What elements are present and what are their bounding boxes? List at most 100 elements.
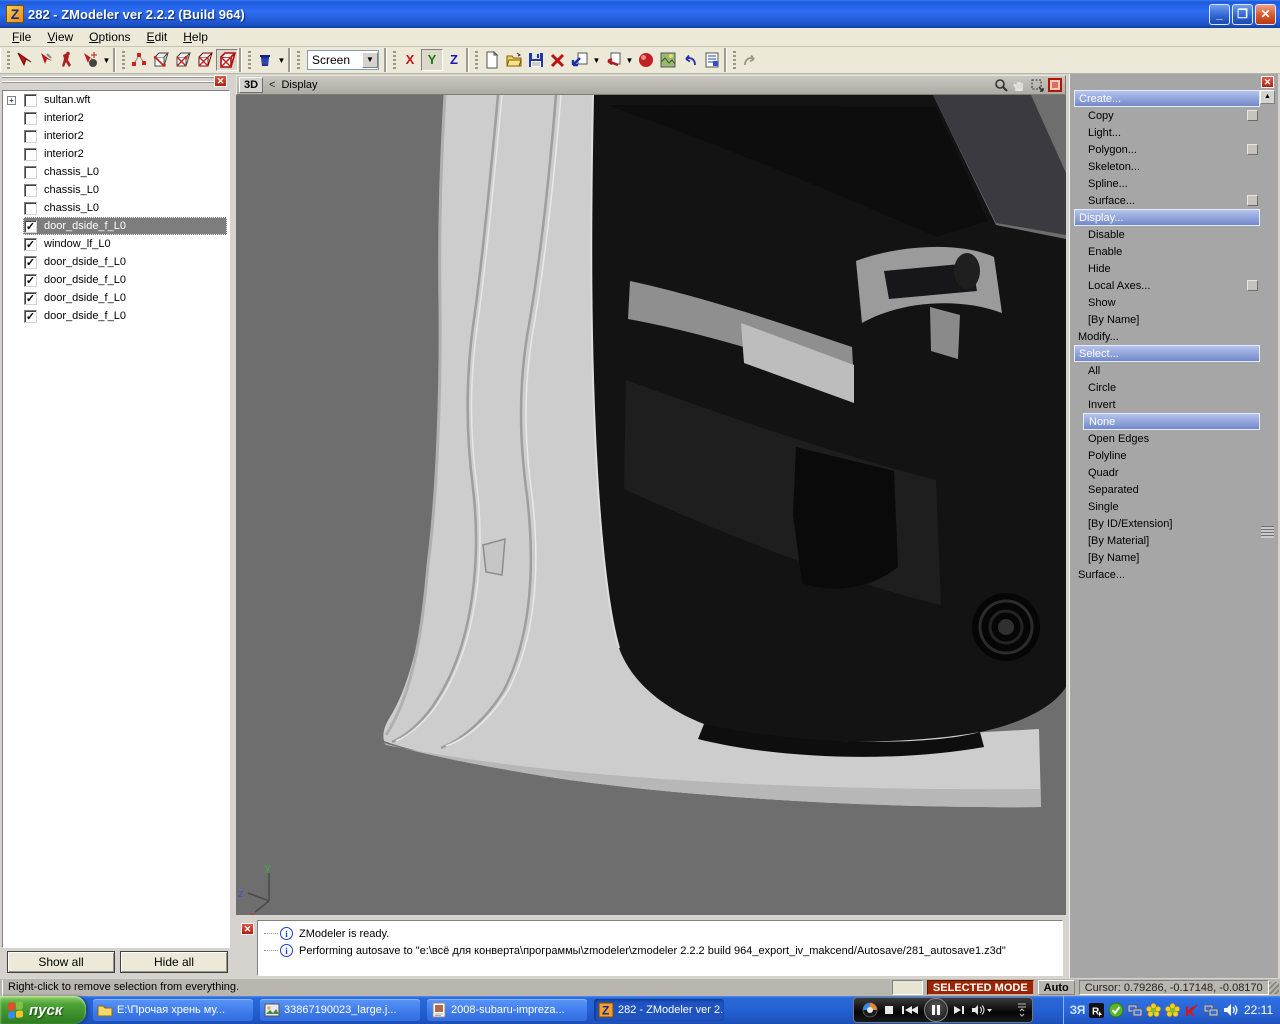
wmp-volume-button[interactable] bbox=[970, 1003, 992, 1017]
close-log-icon[interactable]: ✕ bbox=[241, 923, 254, 935]
auto-badge[interactable]: Auto bbox=[1038, 980, 1075, 995]
tree-item-label[interactable]: door_dside_f_L0 bbox=[42, 291, 128, 305]
save-file-button[interactable] bbox=[525, 49, 547, 71]
command-copy[interactable]: Copy bbox=[1074, 107, 1260, 124]
command-by-material[interactable]: [By Material] bbox=[1074, 532, 1260, 549]
undo-button[interactable] bbox=[679, 49, 701, 71]
tree-item-label[interactable]: chassis_L0 bbox=[42, 201, 101, 215]
icq-flower-icon[interactable] bbox=[1145, 1002, 1162, 1019]
tree-item-label[interactable]: window_lf_L0 bbox=[42, 237, 113, 251]
tree-row[interactable]: interior2 bbox=[3, 127, 229, 145]
vertices-level-button[interactable] bbox=[128, 49, 150, 71]
command-show[interactable]: Show bbox=[1074, 294, 1260, 311]
command-open-edges[interactable]: Open Edges bbox=[1074, 430, 1260, 447]
tree-item-label[interactable]: interior2 bbox=[42, 111, 86, 125]
command-surface[interactable]: Surface... bbox=[1074, 192, 1260, 209]
visibility-checkbox[interactable] bbox=[24, 166, 37, 179]
command-surface[interactable]: Surface... bbox=[1074, 566, 1260, 583]
tree-row[interactable]: ✓door_dside_f_L0 bbox=[3, 271, 229, 289]
minimize-button[interactable]: _ bbox=[1209, 4, 1230, 25]
command-display[interactable]: Display... bbox=[1074, 209, 1260, 226]
new-file-button[interactable] bbox=[481, 49, 503, 71]
command-quadr[interactable]: Quadr bbox=[1074, 464, 1260, 481]
close-panel-icon[interactable]: ✕ bbox=[214, 75, 227, 87]
tree-row[interactable]: ✓ door_dside_f_L0 bbox=[3, 289, 229, 307]
icq-flower-icon[interactable] bbox=[1164, 1002, 1181, 1019]
restore-button[interactable]: ❐ bbox=[1232, 4, 1253, 25]
open-file-button[interactable] bbox=[503, 49, 525, 71]
combo-dropdown-icon[interactable]: ▼ bbox=[362, 52, 378, 68]
network-icon[interactable] bbox=[1126, 1002, 1143, 1019]
objects-level-button[interactable] bbox=[216, 49, 238, 71]
toolbar-grip[interactable] bbox=[733, 51, 736, 69]
visibility-checkbox[interactable]: ✓ bbox=[24, 256, 37, 269]
visibility-checkbox[interactable] bbox=[24, 94, 37, 107]
toolbar-grip[interactable] bbox=[297, 51, 300, 69]
tree-item-label[interactable]: interior2 bbox=[42, 147, 86, 161]
menu-view[interactable]: View bbox=[39, 28, 81, 46]
axis-x-button[interactable]: X bbox=[399, 49, 421, 71]
wmp-stop-button[interactable] bbox=[882, 1003, 896, 1017]
tree-item-label[interactable]: door_dside_f_L0 bbox=[42, 255, 128, 269]
toolbar-grip[interactable] bbox=[122, 51, 125, 69]
visibility-checkbox[interactable]: ✓ bbox=[24, 292, 37, 305]
command-options-box[interactable] bbox=[1247, 280, 1258, 291]
pan-hand-icon[interactable] bbox=[1011, 77, 1027, 93]
command-spline[interactable]: Spline... bbox=[1074, 175, 1260, 192]
command-none[interactable]: None bbox=[1083, 413, 1260, 430]
tree-row[interactable]: ✓ door_dside_f_L0 bbox=[3, 307, 229, 325]
command-by-name[interactable]: [By Name] bbox=[1074, 549, 1260, 566]
command-disable[interactable]: Disable bbox=[1074, 226, 1260, 243]
tree-row[interactable]: +sultan.wft bbox=[3, 91, 229, 109]
tree-row[interactable]: interior2 bbox=[3, 145, 229, 163]
command-light[interactable]: Light... bbox=[1074, 124, 1260, 141]
menu-help[interactable]: Help bbox=[175, 28, 216, 46]
delete-button[interactable] bbox=[547, 49, 569, 71]
tree-row[interactable]: chassis_L0 bbox=[3, 163, 229, 181]
volume-icon[interactable] bbox=[1221, 1002, 1238, 1019]
command-single[interactable]: Single bbox=[1074, 498, 1260, 515]
command-circle[interactable]: Circle bbox=[1074, 379, 1260, 396]
visibility-checkbox[interactable]: ✓ bbox=[24, 238, 37, 251]
material-editor-button[interactable] bbox=[657, 49, 679, 71]
command-all[interactable]: All bbox=[1074, 362, 1260, 379]
trash-button[interactable] bbox=[254, 49, 276, 71]
toolbar-grip[interactable] bbox=[475, 51, 478, 69]
tree-item-label[interactable]: door_dside_f_L0 bbox=[42, 273, 128, 287]
hide-all-button[interactable]: Hide all bbox=[120, 951, 228, 973]
resize-grip-icon[interactable] bbox=[1269, 982, 1279, 994]
viewport-3d[interactable]: y z x bbox=[236, 95, 1066, 915]
visibility-checkbox[interactable] bbox=[24, 148, 37, 161]
command-options-box[interactable] bbox=[1247, 195, 1258, 206]
wmp-pause-button[interactable] bbox=[924, 998, 948, 1022]
tree-item-label[interactable]: door_dside_f_L0 bbox=[42, 219, 128, 233]
visibility-checkbox[interactable] bbox=[24, 112, 37, 125]
command-by-id-extension[interactable]: [By ID/Extension] bbox=[1074, 515, 1260, 532]
command-options-box[interactable] bbox=[1247, 144, 1258, 155]
tree-item-label[interactable]: door_dside_f_L0 bbox=[42, 309, 128, 323]
start-button[interactable]: пуск bbox=[0, 996, 86, 1024]
visibility-checkbox[interactable]: ✓ bbox=[24, 310, 37, 323]
tree-row[interactable]: ✓ door_dside_f_L0 bbox=[3, 217, 229, 235]
tree-row[interactable]: chassis_L0 bbox=[3, 181, 229, 199]
visibility-checkbox[interactable]: ✓ bbox=[24, 220, 37, 233]
dropdown-arrow-icon[interactable]: ▼ bbox=[624, 49, 635, 71]
screen-space-select[interactable]: Screen▼ bbox=[307, 50, 379, 70]
menu-options[interactable]: Options bbox=[81, 28, 138, 46]
dropdown-arrow-icon[interactable]: ▼ bbox=[591, 49, 602, 71]
tree-row[interactable]: ✓ door_dside_f_L0 bbox=[3, 253, 229, 271]
network-icon[interactable] bbox=[1202, 1002, 1219, 1019]
command-separated[interactable]: Separated bbox=[1074, 481, 1260, 498]
scroll-grip[interactable] bbox=[1261, 526, 1274, 538]
axis-y-button[interactable]: Y bbox=[421, 49, 443, 71]
taskbar-task-button[interactable]: Z282 - ZModeler ver 2.... bbox=[594, 999, 724, 1021]
scroll-up-icon[interactable]: ▲ bbox=[1260, 90, 1275, 104]
command-modify[interactable]: Modify... bbox=[1074, 328, 1260, 345]
command-polygon[interactable]: Polygon... bbox=[1074, 141, 1260, 158]
wmp-restore-icon[interactable] bbox=[1016, 1002, 1028, 1018]
edges-level-button[interactable] bbox=[150, 49, 172, 71]
command-enable[interactable]: Enable bbox=[1074, 243, 1260, 260]
command-by-name[interactable]: [By Name] bbox=[1074, 311, 1260, 328]
menu-edit[interactable]: Edit bbox=[139, 28, 176, 46]
dropdown-arrow-icon[interactable]: ▼ bbox=[101, 49, 112, 71]
